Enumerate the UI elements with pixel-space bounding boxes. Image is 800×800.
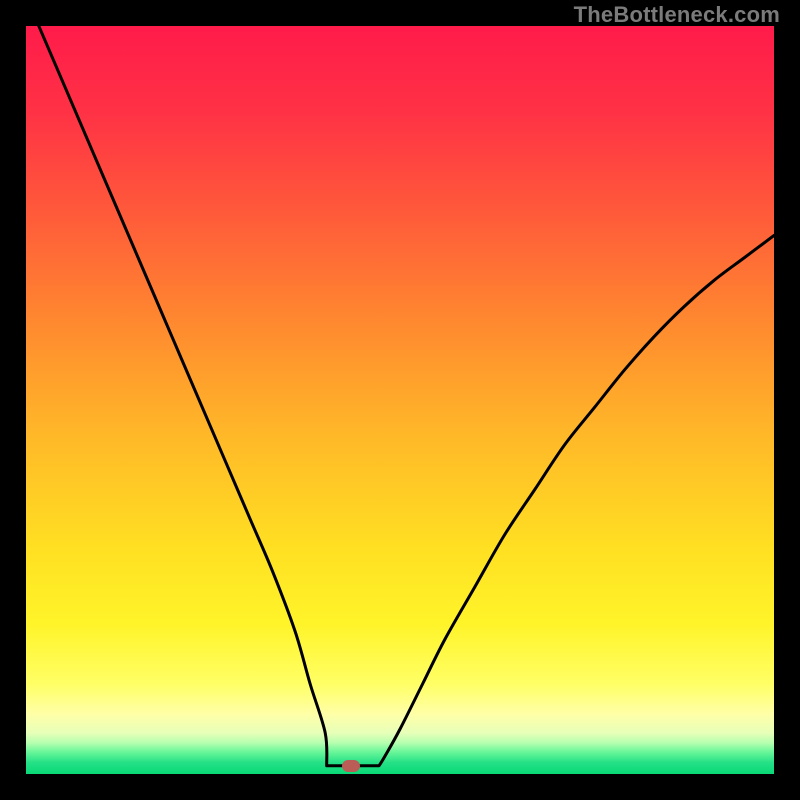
plot-area: [26, 26, 774, 774]
watermark: TheBottleneck.com: [574, 2, 780, 28]
bottleneck-curve: [26, 26, 774, 774]
chart-frame: TheBottleneck.com: [0, 0, 800, 800]
optimal-point-marker: [342, 760, 360, 772]
